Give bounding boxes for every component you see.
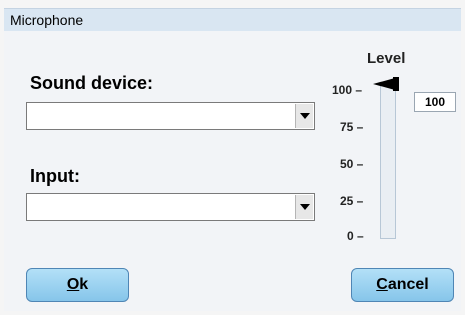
- window-title: Microphone: [10, 12, 84, 28]
- sound-device-label: Sound device:: [30, 73, 154, 93]
- level-slider-thumb[interactable]: [373, 77, 401, 91]
- cancel-mnemonic: C: [376, 276, 388, 293]
- ok-mnemonic: O: [66, 276, 80, 293]
- chevron-down-icon: [299, 204, 310, 210]
- cancel-label-rest: ancel: [387, 276, 429, 293]
- chevron-down-icon: [299, 113, 310, 119]
- level-slider-track[interactable]: [380, 82, 396, 239]
- level-tick: 75 –: [340, 120, 364, 134]
- ok-button[interactable]: Ok: [26, 268, 129, 302]
- level-label: Level: [367, 50, 406, 67]
- level-tick: 100 –: [332, 83, 363, 97]
- cancel-button[interactable]: Cancel: [351, 268, 454, 302]
- ok-label-rest: k: [79, 276, 89, 293]
- level-tick: 50 –: [340, 157, 364, 171]
- level-tick: 0 –: [347, 229, 364, 243]
- sound-device-dropdown[interactable]: [26, 102, 315, 130]
- sound-device-dropdown-button[interactable]: [295, 104, 313, 128]
- input-label: Input:: [30, 166, 80, 186]
- level-tick: 25 –: [340, 194, 364, 208]
- level-value: 100: [414, 92, 456, 112]
- title-bar: Microphone: [4, 8, 461, 31]
- input-dropdown-button[interactable]: [295, 195, 313, 219]
- input-dropdown[interactable]: [26, 193, 315, 221]
